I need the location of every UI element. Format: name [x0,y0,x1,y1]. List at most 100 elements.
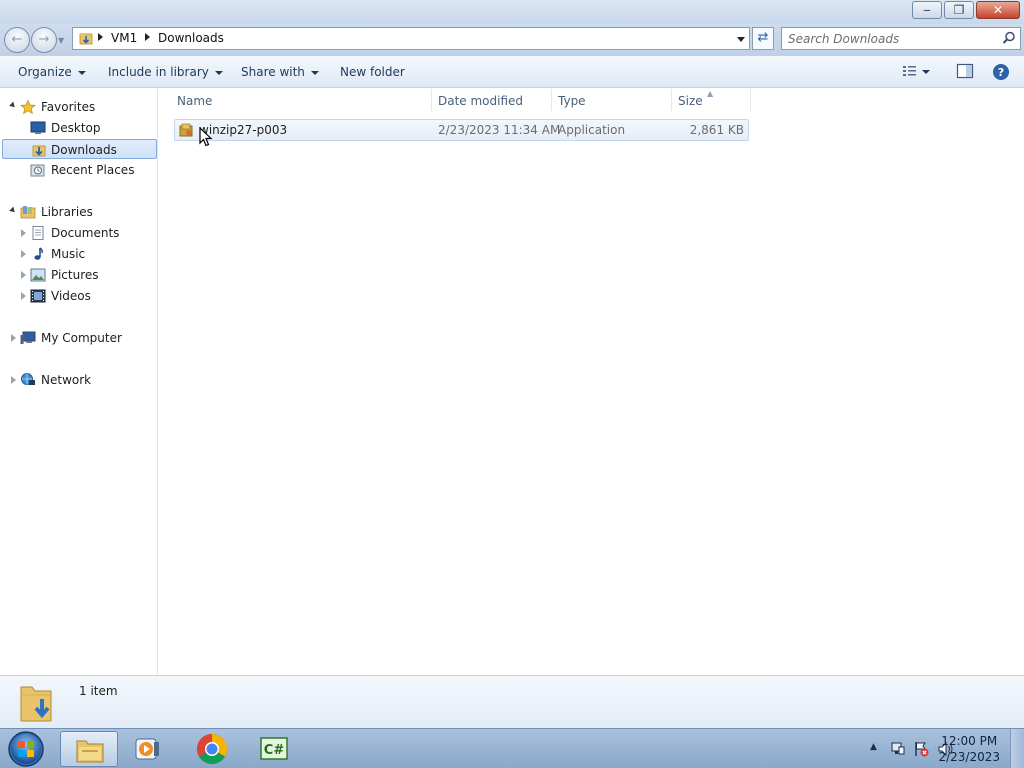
details-pane: 1 item [0,675,1024,728]
collapse-icon[interactable] [9,206,17,215]
expand-icon[interactable] [21,229,26,237]
chevron-down-icon [310,70,319,75]
column-header-name[interactable]: Name [177,89,212,113]
breadcrumb-separator-icon[interactable] [98,33,103,41]
restore-button[interactable]: ❐ [944,1,974,19]
breadcrumb-separator-icon[interactable] [145,33,150,41]
clock-time: 12:00 PM [941,734,998,748]
svg-text:?: ? [998,66,1004,79]
nav-item-pictures-label: Pictures [51,268,99,282]
expand-icon[interactable] [11,334,16,342]
column-header-date-modified[interactable]: Date modified [438,89,523,113]
forward-arrow-icon: → [38,32,50,47]
nav-libraries-label: Libraries [41,205,93,219]
taskbar-csharp-app[interactable]: C# [246,731,304,767]
show-desktop-button[interactable] [1010,729,1024,768]
navigation-pane: Favorites Desktop Downloads Recent Place… [0,89,158,675]
breadcrumb-vm1[interactable]: VM1 [111,31,137,46]
nav-favorites-label: Favorites [41,100,96,114]
nav-item-videos[interactable]: Videos [0,286,156,306]
column-header-size[interactable]: Size [678,89,703,113]
svg-text:C#: C# [264,743,285,758]
file-list: Name Date modified Type Size ▲ winzip27-… [159,89,1024,675]
recent-pages-dropdown[interactable]: ▼ [58,36,64,45]
application-file-icon [179,123,193,137]
close-icon: ✕ [992,3,1004,17]
address-row: ← → ▼ VM1 Downloads ⇄ [0,24,1024,56]
chrome-icon [196,734,228,765]
network-status-icon[interactable] [890,741,906,757]
share-with-button[interactable]: Share with [241,64,319,80]
back-arrow-icon: ← [11,32,23,47]
nav-favorites[interactable]: Favorites [0,97,156,117]
computer-icon [20,331,36,344]
show-hidden-icons-icon[interactable]: ▲ [870,742,877,752]
recent-places-icon [30,164,45,177]
favorites-star-icon [20,100,36,114]
change-view-icon[interactable] [901,63,919,79]
expand-icon[interactable] [21,292,26,300]
view-options-dropdown-icon[interactable] [922,70,930,74]
column-divider[interactable] [671,89,672,111]
command-bar: Organize Include in library Share with N… [0,56,1024,88]
minimize-button[interactable]: ‒ [912,1,942,19]
organize-button[interactable]: Organize [18,64,86,80]
restore-icon: ❐ [953,3,965,17]
expand-icon[interactable] [21,250,26,258]
expand-icon[interactable] [21,271,26,279]
collapse-icon[interactable] [9,101,17,110]
preview-pane-icon[interactable] [956,63,974,79]
clock[interactable]: 12:00 PM 2/23/2023 [938,733,1000,765]
search-icon[interactable] [1002,31,1016,45]
column-divider[interactable] [551,89,552,111]
column-header-type[interactable]: Type [558,89,586,113]
address-bar[interactable]: VM1 Downloads [72,27,750,50]
chevron-down-icon [214,70,223,75]
videos-icon [30,289,46,303]
nav-item-downloads[interactable]: Downloads [2,139,157,159]
start-button[interactable] [6,730,46,768]
downloads-folder-large-icon [20,686,52,722]
mouse-cursor-icon [199,127,213,147]
nav-item-documents[interactable]: Documents [0,223,156,243]
forward-button[interactable]: → [31,27,57,53]
pictures-icon [30,268,46,282]
breadcrumb-downloads[interactable]: Downloads [158,31,224,46]
share-with-label: Share with [241,65,305,79]
search-input[interactable] [788,30,998,47]
csharp-app-icon: C# [260,737,288,760]
refresh-button[interactable]: ⇄ [752,27,774,50]
column-divider[interactable] [750,89,751,111]
back-button[interactable]: ← [4,27,30,53]
expand-icon[interactable] [11,376,16,384]
help-icon[interactable]: ? [992,63,1010,81]
chevron-down-icon [77,70,86,75]
windows-explorer-icon [76,740,104,763]
include-in-library-label: Include in library [108,65,209,79]
taskbar-media-player[interactable] [120,731,178,767]
taskbar-chrome[interactable] [183,731,241,767]
system-tray: ▲ 12:00 PM 2/23/2023 [824,729,1024,768]
nav-item-videos-label: Videos [51,289,91,303]
column-divider[interactable] [431,89,432,111]
nav-my-computer[interactable]: My Computer [0,328,156,348]
nav-libraries[interactable]: Libraries [0,202,156,222]
address-dropdown-icon[interactable] [737,37,745,42]
file-row[interactable]: winzip27-p003 2/23/2023 11:34 AM Applica… [174,119,749,141]
nav-item-recent-places[interactable]: Recent Places [0,160,156,180]
nav-item-pictures[interactable]: Pictures [0,265,156,285]
close-button[interactable]: ✕ [976,1,1020,19]
search-box[interactable] [781,27,1021,50]
file-size: 2,861 KB [689,123,744,137]
nav-item-desktop[interactable]: Desktop [0,118,156,138]
new-folder-button[interactable]: New folder [340,64,405,80]
downloads-folder-icon [79,33,93,45]
nav-item-desktop-label: Desktop [51,121,101,135]
downloads-folder-icon [32,145,46,157]
include-in-library-button[interactable]: Include in library [108,64,223,80]
action-center-flag-icon[interactable] [913,741,929,757]
nav-item-music[interactable]: Music [0,244,156,264]
nav-network[interactable]: Network [0,370,156,390]
item-count: 1 item [79,684,118,698]
taskbar-windows-explorer[interactable] [60,731,118,767]
